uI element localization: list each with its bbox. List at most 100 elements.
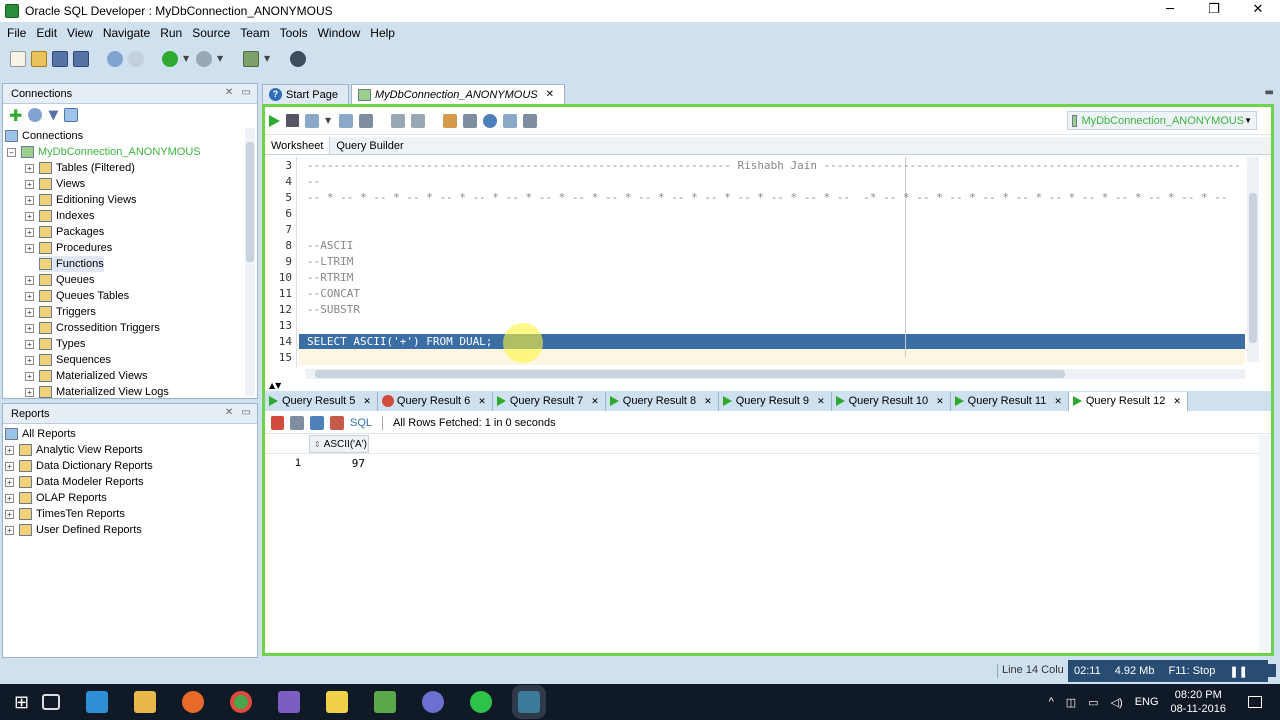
grid-column-header[interactable]: ⇕ ASCII('A') [309,435,369,453]
expand-icon[interactable]: + [5,493,14,503]
menu-navigate[interactable]: Navigate [103,26,150,40]
tree-node-tables[interactable]: + Tables (Filtered) [25,160,135,176]
expand-icon[interactable]: + [25,291,34,301]
expand-icon[interactable]: + [25,387,34,397]
tree-node-types[interactable]: + Types [25,336,85,352]
save-icon[interactable] [52,51,68,67]
binoculars-icon[interactable] [290,51,306,67]
editor-vertical-scrollbar[interactable] [1247,157,1259,362]
menu-window[interactable]: Window [318,26,361,40]
back-dropdown-icon[interactable]: ▼ [183,55,191,63]
expand-icon[interactable]: + [25,355,34,365]
tree-all-reports[interactable]: All Reports [5,426,76,442]
tray-chevron-icon[interactable]: ^ [1049,696,1054,708]
expand-icon[interactable]: + [5,525,14,535]
sql-worksheet-icon[interactable] [243,51,259,67]
editor-horizontal-scrollbar[interactable] [305,369,1245,379]
tab-menu-icon[interactable]: ▬ [1265,87,1274,98]
f11-stop[interactable]: F11: Stop [1168,665,1215,677]
sql-link[interactable]: SQL [350,417,372,429]
tree-report-timesten[interactable]: + TimesTen Reports [5,506,125,522]
tab-query-result-10[interactable]: Query Result 10 ✕ [832,391,951,411]
expand-icon[interactable]: + [25,163,34,173]
tuning-icon[interactable] [483,113,497,128]
tor-icon[interactable] [422,691,445,713]
sql-history-icon[interactable] [443,113,457,128]
tab-query-builder[interactable]: Query Builder [330,137,409,154]
schema-browser-icon[interactable] [64,108,79,122]
open-icon[interactable] [31,51,47,67]
filter-icon[interactable]: ▼ [48,108,58,123]
settings-icon[interactable] [523,113,537,128]
menu-run[interactable]: Run [160,26,182,40]
tree-node-indexes[interactable]: + Indexes [25,208,95,224]
expand-icon[interactable]: + [25,243,34,253]
cancel-fetch-icon[interactable] [330,415,344,430]
connections-scrollbar-thumb[interactable] [246,142,254,262]
tree-node-views[interactable]: + Views [25,176,85,192]
firefox-icon[interactable] [182,691,205,713]
menu-team[interactable]: Team [240,26,269,40]
tree-node-materialized-views[interactable]: + Materialized Views [25,368,148,384]
redo-icon[interactable] [128,51,144,67]
run-statement-icon[interactable] [269,114,280,127]
undo-icon[interactable] [107,51,123,67]
clear-icon[interactable] [411,113,425,128]
sql-worksheet-dropdown-icon[interactable]: ▼ [264,55,272,63]
code-editor[interactable]: 3 4 5 6 7 8 9 10 11 12 13 14 15 --------… [265,157,1265,367]
expand-icon[interactable]: + [5,461,14,471]
close-tab-icon[interactable]: ✕ [591,396,599,407]
expand-icon[interactable]: + [5,445,14,455]
notifications-icon[interactable] [1248,696,1262,708]
expand-icon[interactable]: + [25,179,34,189]
menu-help[interactable]: Help [370,26,395,40]
tree-connection[interactable]: − MyDbConnection_ANONYMOUS [7,144,201,160]
clock[interactable]: 08:20 PM 08-11-2016 [1171,688,1226,716]
close-tab-icon[interactable]: ✕ [363,396,371,407]
expand-icon[interactable]: + [25,275,34,285]
close-tab-icon[interactable]: ✕ [1054,396,1062,407]
tree-node-materialized-view-logs[interactable]: + Materialized View Logs [25,384,169,400]
expand-icon[interactable]: + [25,307,34,317]
visual-studio-icon[interactable] [278,691,301,713]
close-tab-icon[interactable]: ✕ [704,396,712,407]
tree-report-olap[interactable]: + OLAP Reports [5,490,107,506]
network-icon[interactable]: ◫ [1066,696,1076,709]
save-all-icon[interactable] [73,51,89,67]
pause-icon[interactable]: ❚❚ [1229,665,1247,678]
windows-start-icon[interactable]: ⊞ [14,692,29,713]
language-indicator[interactable]: ENG [1135,696,1159,708]
tree-node-triggers[interactable]: + Triggers [25,304,96,320]
eraser-icon[interactable] [463,113,477,128]
store-icon[interactable] [86,691,109,713]
tree-report-user-defined[interactable]: + User Defined Reports [5,522,142,538]
tab-start-page[interactable]: ? Start Page [262,84,349,104]
close-tab-icon[interactable]: ✕ [546,89,554,100]
whatsapp-icon[interactable] [470,691,493,713]
panel-close-icon[interactable]: ✕ ▭ [225,407,251,418]
connections-scrollbar[interactable] [245,128,255,396]
tree-report-analytic-view[interactable]: + Analytic View Reports [5,442,143,458]
tab-query-result-12[interactable]: Query Result 12 ✕ [1068,391,1188,411]
tree-report-data-modeler[interactable]: + Data Modeler Reports [5,474,144,490]
connection-selector[interactable]: MyDbConnection_ANONYMOUS ▼ [1067,111,1257,130]
close-tab-icon[interactable]: ✕ [478,396,486,407]
expand-icon[interactable]: + [25,211,34,221]
editor-vertical-scrollbar-thumb[interactable] [1249,193,1257,343]
notepad-icon[interactable] [374,691,397,713]
menu-view[interactable]: View [67,26,93,40]
tab-query-result-7[interactable]: Query Result 7 ✕ [493,391,606,411]
forward-dropdown-icon[interactable]: ▼ [217,55,225,63]
volume-icon[interactable]: ◁) [1111,696,1123,709]
add-connection-icon[interactable]: ✚ [9,106,22,125]
tree-node-sequences[interactable]: + Sequences [25,352,111,368]
menu-tools[interactable]: Tools [280,26,308,40]
pin-icon[interactable] [271,415,284,430]
editor-horizontal-scrollbar-thumb[interactable] [315,370,1065,378]
tab-query-result-11[interactable]: Query Result 11 ✕ [951,391,1069,411]
panel-close-icon[interactable]: ✕ ▭ [225,87,251,98]
expand-icon[interactable]: + [25,227,34,237]
close-button[interactable]: ✕ [1236,0,1280,22]
autotrace-icon[interactable] [391,113,405,128]
tab-query-result-6[interactable]: Query Result 6 ✕ [378,391,493,411]
